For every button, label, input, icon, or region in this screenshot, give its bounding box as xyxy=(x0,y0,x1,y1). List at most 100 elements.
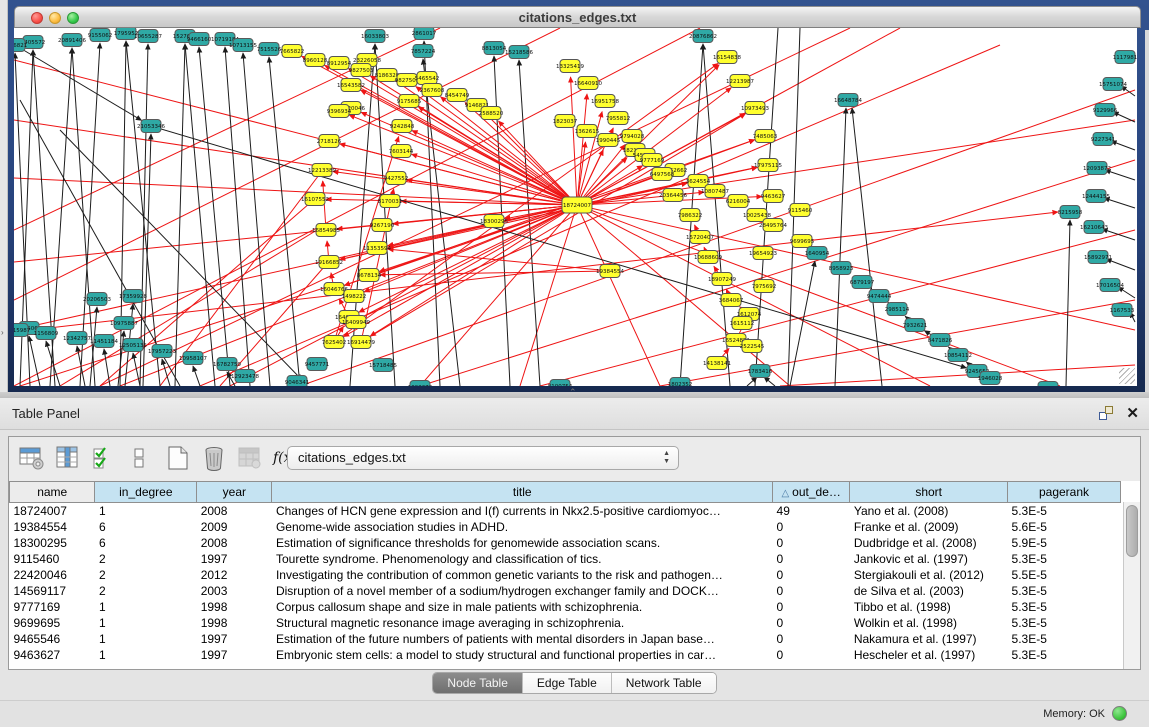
network-view[interactable]: 1872400776658228960128891295423226058982… xyxy=(14,28,1137,386)
node-label: 6497568 xyxy=(650,172,675,178)
table-scrollbar[interactable] xyxy=(1123,502,1140,669)
node-label: 12923478 xyxy=(231,374,259,380)
scrollbar-thumb[interactable] xyxy=(1126,505,1138,557)
node-label: 15720407 xyxy=(686,235,714,241)
graph-edge[interactable] xyxy=(15,45,142,120)
table-row[interactable]: 911546021997Tourette syndrome. Phenomeno… xyxy=(10,551,1121,567)
graph-edge[interactable] xyxy=(577,205,1060,386)
node-label: 8454749 xyxy=(445,93,470,99)
graph-edge[interactable] xyxy=(120,41,126,386)
table-row[interactable]: 1872400712008Changes of HCN gene express… xyxy=(10,503,1121,519)
tab-edge-table[interactable]: Edge Table xyxy=(522,673,611,693)
graph-edge[interactable] xyxy=(193,366,200,386)
graph-edge[interactable] xyxy=(835,108,846,386)
network-svg: 1872400776658228960128891295423226058982… xyxy=(14,28,1137,386)
column-header-in_degree[interactable]: in_degree xyxy=(95,482,197,503)
new-document-icon[interactable] xyxy=(165,445,193,473)
graph-edge[interactable] xyxy=(571,77,577,205)
column-header-short[interactable]: short xyxy=(850,482,1008,503)
column-header-out_de[interactable]: △out_de… xyxy=(773,482,850,503)
graph-edge[interactable] xyxy=(1066,220,1070,386)
window-resize-handle[interactable] xyxy=(1119,368,1135,384)
column-header-name[interactable]: name xyxy=(10,482,95,503)
expand-panel-icon[interactable]: › xyxy=(1,328,4,337)
graph-edge[interactable] xyxy=(77,346,85,386)
column-header-title[interactable]: title xyxy=(272,482,773,503)
table-row[interactable]: 1456911722003Disruption of a novel membe… xyxy=(10,583,1121,599)
tab-node-table[interactable]: Node Table xyxy=(433,673,522,693)
unselect-all-icon[interactable] xyxy=(127,445,155,473)
graph-edge[interactable] xyxy=(14,178,577,205)
table-panel-body: f(x) citations_edges.txt ▲▼ namein_degre… xyxy=(8,436,1141,670)
control-panel-collapsed-strip[interactable]: › xyxy=(0,0,8,392)
memory-status-indicator[interactable] xyxy=(1112,706,1127,721)
graph-edge[interactable] xyxy=(790,261,815,386)
column-header-pagerank[interactable]: pagerank xyxy=(1008,482,1121,503)
table-cell: Changes of HCN gene expression and I(f) … xyxy=(272,503,773,519)
table-cell: 5.3E-5 xyxy=(1008,599,1121,615)
window-titlebar[interactable]: citations_edges.txt xyxy=(14,6,1141,28)
select-column-icon[interactable] xyxy=(55,445,83,473)
node-label: 7665822 xyxy=(280,49,305,55)
table-row[interactable]: 1830029562008Estimation of significance … xyxy=(10,535,1121,551)
node-label: 1783416 xyxy=(748,369,773,375)
node-label: 8215958 xyxy=(1058,210,1083,216)
node-label: 19384554 xyxy=(596,269,624,275)
table-row[interactable]: 2242004622012Investigating the contribut… xyxy=(10,567,1121,583)
table-cell: Estimation of the future numbers of pati… xyxy=(272,631,773,647)
graph-edge[interactable] xyxy=(14,28,560,300)
graph-edge[interactable] xyxy=(361,114,746,342)
close-panel-icon[interactable]: ✕ xyxy=(1126,404,1139,422)
graph-edge[interactable] xyxy=(764,377,775,386)
node-label: 1156809 xyxy=(34,331,59,337)
table-cell: Estimation of significance thresholds fo… xyxy=(272,535,773,551)
node-label: 20206503 xyxy=(83,297,111,303)
table-row[interactable]: 969969511998Structural magnetic resonanc… xyxy=(10,615,1121,631)
tab-network-table[interactable]: Network Table xyxy=(611,673,716,693)
import-table-icon[interactable] xyxy=(237,445,265,473)
graph-edge[interactable] xyxy=(852,108,882,386)
table-select-dropdown[interactable]: citations_edges.txt ▲▼ xyxy=(287,446,679,470)
graph-edge[interactable] xyxy=(540,230,1135,386)
trash-icon[interactable] xyxy=(201,445,229,473)
node-label: 19166852 xyxy=(315,260,343,266)
graph-edge[interactable] xyxy=(199,47,230,386)
table-row[interactable]: 946554611997Estimation of the future num… xyxy=(10,631,1121,647)
graph-edge[interactable] xyxy=(577,205,790,386)
column-header-year[interactable]: year xyxy=(197,482,272,503)
node-label: 28495764 xyxy=(759,223,787,229)
table-row[interactable]: 946362711997Embryonic stem cells: a mode… xyxy=(10,647,1121,663)
node-label: 15718485 xyxy=(369,363,397,369)
graph-edge[interactable] xyxy=(29,336,40,386)
float-panel-icon[interactable] xyxy=(1099,406,1113,420)
table-row[interactable]: 1938455462009Genome-wide association stu… xyxy=(10,519,1121,535)
node-label: 16210643 xyxy=(1080,225,1108,231)
graph-edge[interactable] xyxy=(185,44,215,386)
graph-edge[interactable] xyxy=(577,205,660,386)
node-label: 1117981 xyxy=(1113,55,1137,61)
table-cell: 1 xyxy=(95,615,197,631)
table-cell: 1997 xyxy=(197,631,272,647)
graph-edge[interactable] xyxy=(703,44,730,386)
table-row[interactable]: 977716911998Corpus callosum shape and si… xyxy=(10,599,1121,615)
node-label: 16033803 xyxy=(361,34,389,40)
node-label: 8170031 xyxy=(378,199,403,205)
combo-arrows-icon: ▲▼ xyxy=(663,450,670,466)
table-settings-icon[interactable] xyxy=(19,445,47,473)
splitter-handle-icon[interactable]: ⌃ xyxy=(569,387,577,398)
graph-edge[interactable] xyxy=(755,28,778,386)
graph-edge[interactable] xyxy=(780,365,1135,386)
table-cell: 18724007 xyxy=(10,503,95,519)
table-cell: 19384554 xyxy=(10,519,95,535)
graph-edge[interactable] xyxy=(364,205,577,292)
table-cell: 49 xyxy=(773,503,850,519)
node-label: 18300295 xyxy=(480,219,508,225)
table-cell: 0 xyxy=(773,551,850,567)
graph-edge[interactable] xyxy=(577,205,1135,330)
node-label: 9794028 xyxy=(620,134,645,140)
graph-edge[interactable] xyxy=(577,94,587,205)
table-cell: 9699695 xyxy=(10,615,95,631)
table-cell: 0 xyxy=(773,583,850,599)
graph-edge[interactable] xyxy=(269,57,300,386)
select-all-checks-icon[interactable] xyxy=(91,445,119,473)
